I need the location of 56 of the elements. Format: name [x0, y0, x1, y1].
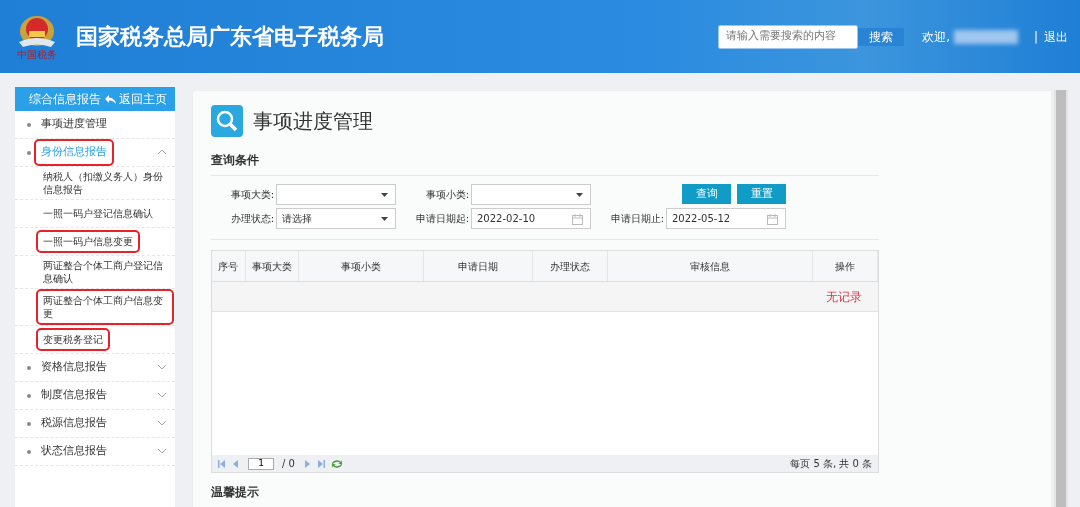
field-label: 事项小类: [425, 188, 469, 202]
separator-text: | [1033, 28, 1038, 46]
welcome-text: 欢迎, [922, 28, 950, 46]
select-field[interactable]: 请选择 [276, 208, 396, 229]
field-label: 申请日期起: [415, 212, 469, 226]
search-icon [211, 105, 243, 137]
sidebar-item[interactable]: 资格信息报告 [41, 359, 107, 376]
field-label: 办理状态: [230, 212, 274, 226]
calendar-icon [767, 213, 778, 225]
site-title: 国家税务总局广东省电子税务局 [76, 23, 384, 51]
select-field[interactable] [471, 184, 591, 205]
column-header: 事项大类 [245, 251, 300, 281]
sidebar-subitem[interactable]: 一照一码户信息变更 [39, 233, 137, 250]
dropdown-caret-icon [576, 193, 583, 197]
section-heading: 温馨提示 [211, 483, 879, 507]
last-page-icon[interactable] [316, 459, 325, 468]
sidebar-subitem[interactable]: 一照一码户登记信息确认 [43, 207, 153, 220]
column-header: 序号 [212, 251, 246, 281]
first-page-icon[interactable] [218, 459, 226, 468]
date-field[interactable]: 2022-05-12 [666, 208, 786, 229]
sidebar-title: 综合信息报告 [29, 91, 101, 108]
column-header: 申请日期 [424, 251, 533, 281]
refresh-icon[interactable] [330, 458, 343, 469]
previous-page-icon[interactable] [232, 459, 240, 468]
logo-caption: 中国税务 [17, 49, 57, 60]
pager-summary: 每页 5 条, 共 0 条 [790, 457, 872, 471]
sidebar-item[interactable]: 状态信息报告 [41, 443, 107, 460]
calendar-icon [572, 213, 583, 225]
column-header: 审核信息 [607, 251, 813, 281]
sidebar-subitem[interactable]: 两证整合个体工商户登记信息确认 [43, 259, 171, 285]
sidebar-subitem[interactable]: 两证整合个体工商户信息变更 [39, 292, 171, 322]
sidebar-subitem[interactable]: 纳税人（扣缴义务人）身份信息报告 [43, 170, 171, 196]
column-header: 办理状态 [532, 251, 608, 281]
next-page-icon[interactable] [302, 459, 311, 468]
blurred-username [953, 29, 1018, 44]
page-input[interactable]: 1 [248, 457, 274, 470]
select-field[interactable] [276, 184, 396, 205]
empty-message: 无记录 [826, 288, 862, 306]
page-title: 事项进度管理 [253, 108, 373, 135]
sidebar-item[interactable]: 制度信息报告 [41, 387, 107, 404]
sidebar-subitem[interactable]: 变更税务登记 [39, 331, 107, 348]
sidebar-item[interactable]: 税源信息报告 [41, 415, 107, 432]
column-header: 操作 [812, 251, 878, 281]
back-arrow-icon [105, 94, 116, 104]
section-heading: 查询条件 [211, 151, 879, 176]
search-field[interactable]: 请输入需要搜索的内容 [718, 24, 859, 49]
dropdown-caret-icon [381, 217, 388, 221]
sidebar-item[interactable]: 事项进度管理 [41, 116, 107, 133]
logout-link[interactable]: 退出 [1044, 27, 1068, 46]
field-label: 事项大类: [230, 188, 274, 202]
page-total: / 0 [282, 457, 295, 471]
field-label: 申请日期止: [610, 212, 664, 226]
column-header: 事项小类 [299, 251, 425, 281]
date-field[interactable]: 2022-02-10 [471, 208, 591, 229]
dropdown-caret-icon [381, 193, 388, 197]
search-button[interactable]: 搜索 [858, 27, 905, 46]
